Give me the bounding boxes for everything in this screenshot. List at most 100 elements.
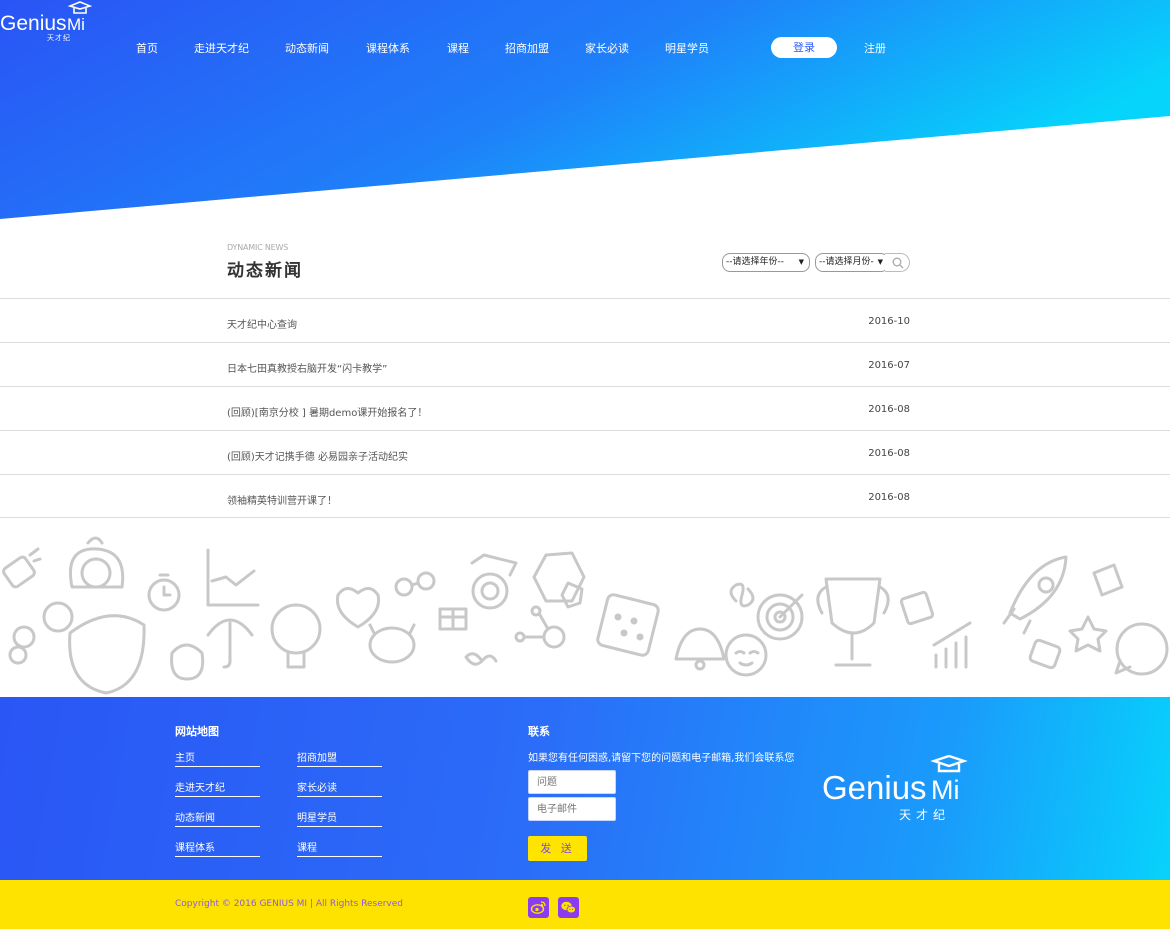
- footer-logo-text-zh: 天才纪: [899, 808, 950, 822]
- month-select-value: --请选择月份-: [819, 257, 874, 267]
- news-date: 2016-08: [868, 448, 910, 459]
- search-button[interactable]: [885, 253, 910, 272]
- dice-icon: [596, 593, 660, 657]
- footer-logo-text-mi: Mi: [931, 775, 960, 805]
- speech-bubble-icon: [1114, 622, 1169, 676]
- nav-franchise[interactable]: 招商加盟: [505, 40, 549, 56]
- nav-courses[interactable]: 课程: [447, 40, 469, 56]
- graduation-cap-icon: [67, 1, 92, 14]
- logo-text-mi: Mi: [67, 15, 85, 34]
- footer-link-curriculum[interactable]: 课程体系: [175, 839, 260, 857]
- molecule-icon: [514, 605, 566, 649]
- leaf-icon: [464, 652, 498, 666]
- candy-icon: [2, 547, 42, 589]
- news-date: 2016-08: [868, 492, 910, 503]
- chevron-down-icon: ▼: [798, 258, 804, 266]
- smile-face-icon: [724, 633, 768, 677]
- hexagon-icon: [532, 551, 586, 609]
- wechat-button[interactable]: [558, 897, 579, 918]
- wallet-icon: [1028, 638, 1062, 670]
- section-subtitle: DYNAMIC NEWS: [227, 243, 289, 252]
- bell-icon: [674, 627, 726, 671]
- year-select-value: --请选择年份--: [726, 257, 784, 267]
- nav-news[interactable]: 动态新闻: [285, 40, 329, 56]
- section-title: 动态新闻: [227, 261, 303, 281]
- footer-link-star-students[interactable]: 明星学员: [297, 809, 382, 827]
- graduation-cap-icon: [930, 755, 968, 773]
- main-nav: 首页 走进天才纪 动态新闻 课程体系 课程 招商加盟 家长必读 明星学员 登录 …: [0, 0, 1170, 95]
- girl-face-icon: [68, 536, 125, 589]
- news-title[interactable]: (回顾)[南京分校 ] 暑期demo课开始报名了！: [227, 404, 427, 419]
- login-button[interactable]: 登录: [771, 37, 837, 58]
- shield-icon: [68, 614, 146, 695]
- register-link[interactable]: 注册: [864, 40, 886, 56]
- send-button[interactable]: 发 送: [528, 836, 587, 861]
- bottom-bar: Copyright © 2016 GENIUS MI | All Rights …: [0, 880, 1170, 929]
- year-select[interactable]: --请选择年份-- ▼: [722, 253, 810, 272]
- logo-text-genius: Genius: [0, 12, 67, 35]
- genius-mi-footer-logo: Genius Mi 天才纪: [822, 755, 968, 822]
- bar-chart-icon: [932, 621, 972, 669]
- footer-link-about[interactable]: 走进天才纪: [175, 779, 260, 797]
- footer: 网站地图 主页 招商加盟 走进天才纪 家长必读 动态新闻 明星学员 课程体系 课…: [0, 697, 1170, 880]
- star-icon: [1068, 615, 1108, 653]
- news-title[interactable]: 领袖精英特训营开课了！: [227, 492, 337, 507]
- news-date: 2016-10: [868, 316, 910, 327]
- news-item[interactable]: 领袖精英特训营开课了！ 2016-08: [0, 474, 1170, 518]
- news-date: 2016-08: [868, 404, 910, 415]
- news-item[interactable]: 天才纪中心查询 2016-10: [0, 298, 1170, 342]
- clipboard-icon: [899, 590, 935, 626]
- glasses-icon: [394, 571, 436, 597]
- email-input[interactable]: [528, 797, 616, 821]
- search-icon: [892, 257, 904, 269]
- news-item[interactable]: (回顾)天才记携手德 必易园亲子活动纪实 2016-08: [0, 430, 1170, 474]
- nav-about[interactable]: 走进天才纪: [194, 40, 249, 56]
- sitemap-title: 网站地图: [175, 725, 219, 738]
- trophy-icon: [816, 577, 890, 667]
- chevron-down-icon: ▼: [877, 258, 883, 266]
- weibo-icon: [530, 901, 546, 914]
- footer-link-news[interactable]: 动态新闻: [175, 809, 260, 827]
- contact-title: 联系: [528, 725, 550, 738]
- copyright-text: Copyright © 2016 GENIUS MI | All Rights …: [175, 899, 404, 909]
- contact-description: 如果您有任何困惑,请留下您的问题和电子邮箱,我们会联系您: [528, 753, 795, 764]
- weibo-button[interactable]: [528, 897, 549, 918]
- nav-curriculum[interactable]: 课程体系: [366, 40, 410, 56]
- bell-pepper-icon: [170, 643, 205, 681]
- footer-link-home[interactable]: 主页: [175, 749, 260, 767]
- light-bulb-icon: [270, 603, 322, 669]
- rocket-icon: [1002, 555, 1068, 635]
- news-title[interactable]: 日本七田真教授右脑开发“闪卡教学”: [227, 360, 387, 375]
- footer-logo-text-genius: Genius: [822, 769, 927, 806]
- chart-line-icon: [206, 548, 260, 607]
- news-item[interactable]: (回顾)[南京分校 ] 暑期demo课开始报名了！ 2016-08: [0, 386, 1170, 430]
- question-input[interactable]: [528, 770, 616, 794]
- target-icon: [756, 593, 804, 641]
- footer-link-courses[interactable]: 课程: [297, 839, 382, 857]
- gift-icon: [438, 607, 468, 631]
- wechat-icon: [561, 901, 576, 914]
- infinity-icon: [729, 582, 755, 608]
- nav-parents[interactable]: 家长必读: [585, 40, 629, 56]
- month-select[interactable]: --请选择月份- ▼: [815, 253, 889, 272]
- piggy-bank-icon: [368, 623, 416, 664]
- news-item[interactable]: 日本七田真教授右脑开发“闪卡教学” 2016-07: [0, 342, 1170, 386]
- heart-icon: [335, 587, 381, 629]
- news-date: 2016-07: [868, 360, 910, 371]
- nav-star-students[interactable]: 明星学员: [665, 40, 709, 56]
- clock-icon: [147, 573, 181, 612]
- ticket-icon: [1092, 563, 1124, 597]
- bubbles-icon: [8, 601, 74, 665]
- umbrella-icon: [206, 618, 254, 669]
- hero-banner: 首页 走进天才纪 动态新闻 课程体系 课程 招商加盟 家长必读 明星学员 登录 …: [0, 0, 1170, 220]
- medal-icon: [470, 553, 518, 610]
- footer-link-franchise[interactable]: 招商加盟: [297, 749, 382, 767]
- news-title[interactable]: (回顾)天才记携手德 必易园亲子活动纪实: [227, 448, 408, 463]
- nav-home[interactable]: 首页: [136, 40, 158, 56]
- genius-mi-logo[interactable]: Genius Mi 天才纪: [0, 0, 92, 42]
- logo-text-zh: 天才纪: [47, 33, 71, 42]
- news-title[interactable]: 天才纪中心查询: [227, 316, 297, 331]
- footer-link-parents[interactable]: 家长必读: [297, 779, 382, 797]
- decorative-doodle-illustration: [2, 536, 1169, 695]
- news-list: 天才纪中心查询 2016-10 日本七田真教授右脑开发“闪卡教学” 2016-0…: [0, 298, 1170, 518]
